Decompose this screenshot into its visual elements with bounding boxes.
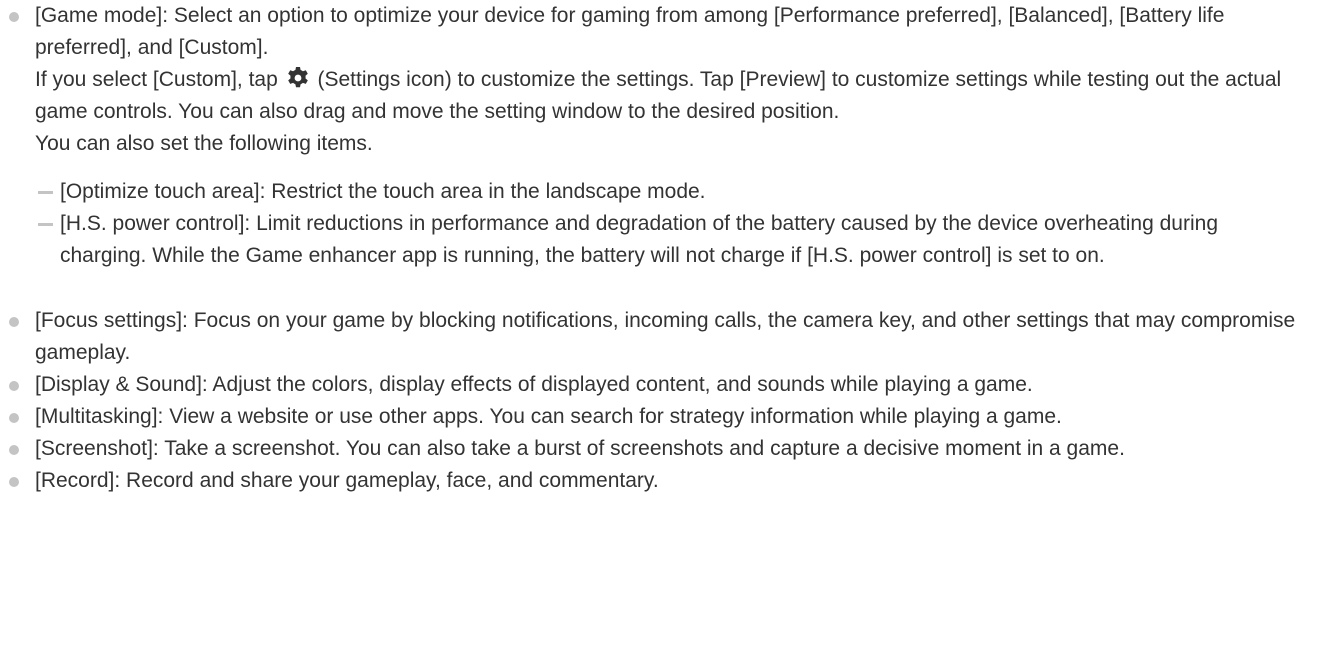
bullet-icon <box>9 12 19 22</box>
list-item-record: [Record]: Record and share your gameplay… <box>0 465 1324 497</box>
gear-icon <box>286 66 310 90</box>
list-item-focus-settings: [Focus settings]: Focus on your game by … <box>0 305 1324 369</box>
dash-icon <box>38 191 53 194</box>
list-item-screenshot: [Screenshot]: Take a screenshot. You can… <box>0 433 1324 465</box>
also-set-text: You can also set the following items. <box>35 132 373 155</box>
list-item-multitasking: [Multitasking]: View a website or use ot… <box>0 401 1324 433</box>
list-item-text: [Screenshot]: Take a screenshot. You can… <box>35 437 1125 460</box>
document-page: [Game mode]: Select an option to optimiz… <box>0 0 1324 659</box>
list-item-text: [Focus settings]: Focus on your game by … <box>35 309 1296 364</box>
sub-item-list: [Optimize touch area]: Restrict the touc… <box>35 176 1304 272</box>
dash-icon <box>38 223 53 226</box>
bullet-icon <box>9 445 19 455</box>
bullet-icon <box>9 317 19 327</box>
game-mode-custom-text: If you select [Custom], tap (Settings ic… <box>35 64 1304 128</box>
bullet-icon <box>9 477 19 487</box>
bullet-icon <box>9 381 19 391</box>
feature-list: [Game mode]: Select an option to optimiz… <box>0 0 1324 497</box>
list-item-text: [Record]: Record and share your gameplay… <box>35 469 659 492</box>
list-item-game-mode: [Game mode]: Select an option to optimiz… <box>0 0 1324 272</box>
list-item-text: [Multitasking]: View a website or use ot… <box>35 405 1062 428</box>
list-item-display-sound: [Display & Sound]: Adjust the colors, di… <box>0 369 1324 401</box>
sub-item-text: [Optimize touch area]: Restrict the touc… <box>60 180 706 203</box>
sub-item-hs-power-control: [H.S. power control]: Limit reductions i… <box>35 208 1304 272</box>
sub-item-text: [H.S. power control]: Limit reductions i… <box>60 212 1219 267</box>
game-mode-description: [Game mode]: Select an option to optimiz… <box>35 4 1225 59</box>
custom-text-before-icon: If you select [Custom], tap <box>35 68 278 91</box>
sub-item-optimize-touch-area: [Optimize touch area]: Restrict the touc… <box>35 176 1304 208</box>
bullet-icon <box>9 413 19 423</box>
list-item-text: [Display & Sound]: Adjust the colors, di… <box>35 373 1033 396</box>
